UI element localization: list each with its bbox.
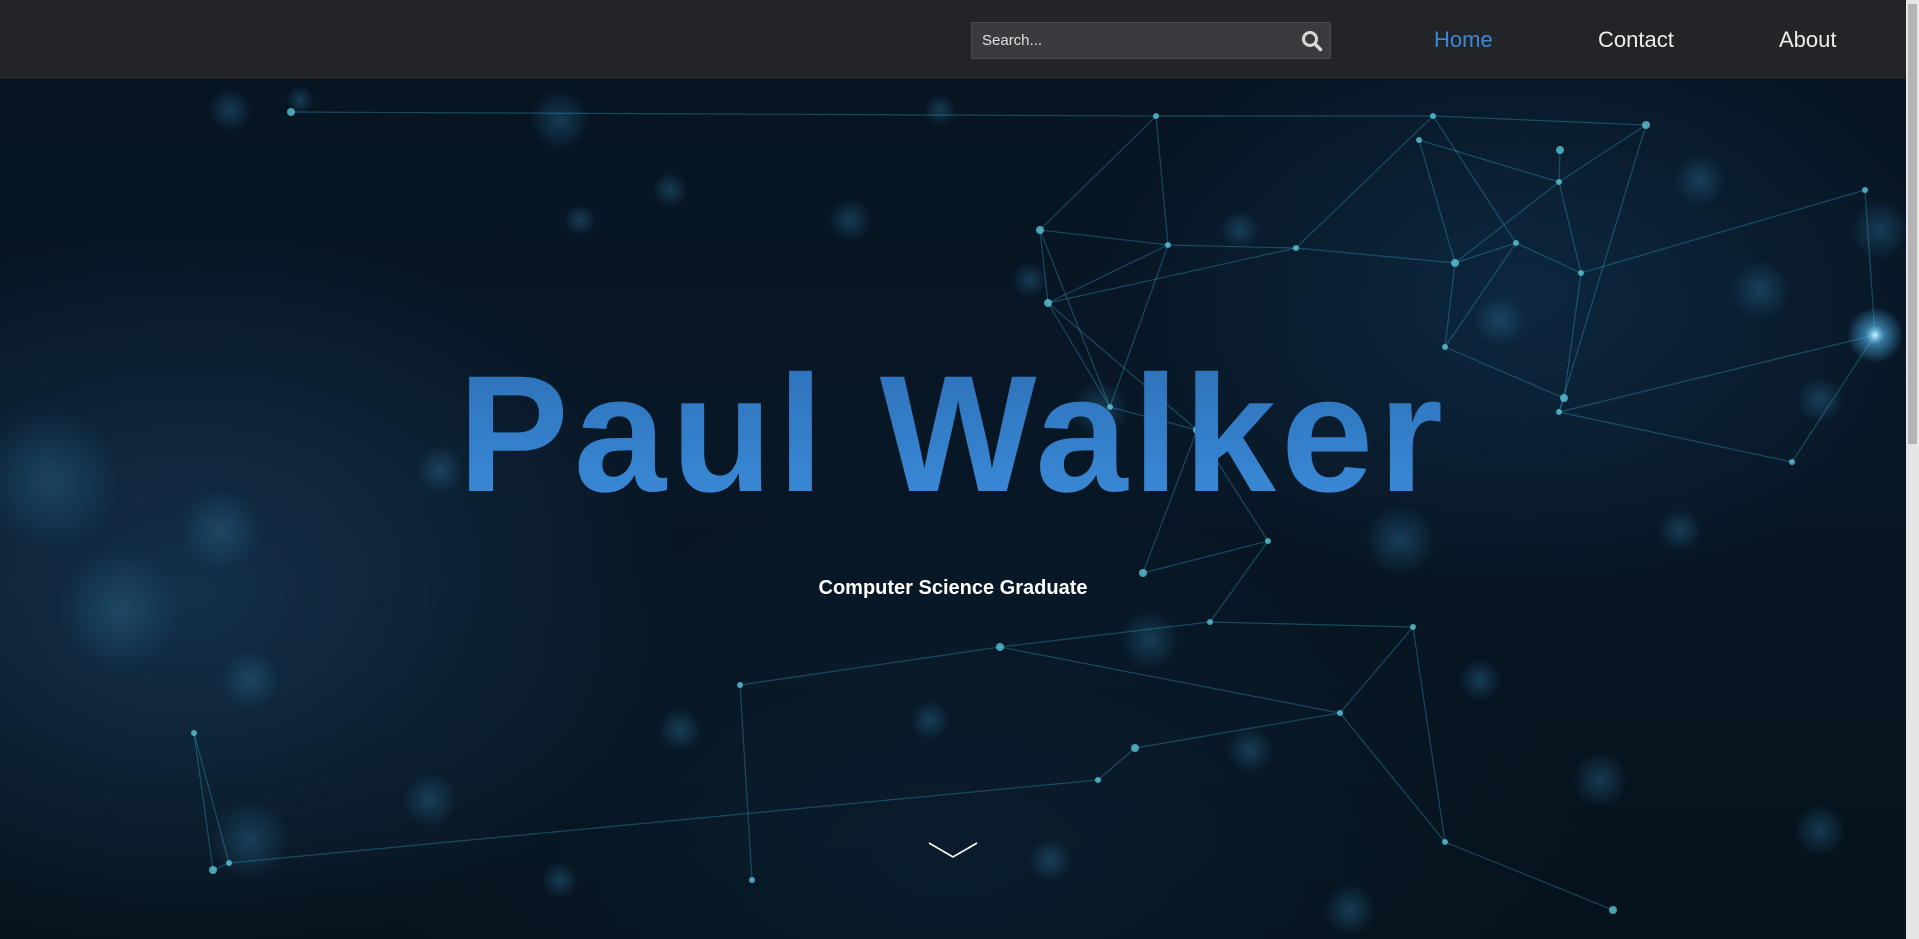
vertical-scrollbar[interactable] bbox=[1906, 0, 1919, 939]
hero-title-text: Paul Walker bbox=[458, 342, 1448, 527]
search-box bbox=[971, 22, 1331, 59]
nav-link-home[interactable]: Home bbox=[1434, 26, 1493, 54]
hero-subtitle: Computer Science Graduate bbox=[818, 577, 1088, 599]
hero-title: Paul Walker bbox=[0, 345, 1906, 525]
search-icon[interactable] bbox=[1300, 29, 1324, 53]
hero-section: Paul Walker Computer Science Graduate bbox=[0, 80, 1906, 939]
scrollbar-thumb[interactable] bbox=[1908, 4, 1917, 444]
page: Home Contact About Paul Walker Co bbox=[0, 0, 1919, 939]
top-navigation-bar: Home Contact About bbox=[0, 0, 1906, 80]
nav-link-contact[interactable]: Contact bbox=[1598, 26, 1674, 54]
nav-link-about[interactable]: About bbox=[1779, 26, 1837, 54]
chevron-down-icon[interactable] bbox=[925, 835, 981, 865]
search-input[interactable] bbox=[972, 23, 1282, 58]
